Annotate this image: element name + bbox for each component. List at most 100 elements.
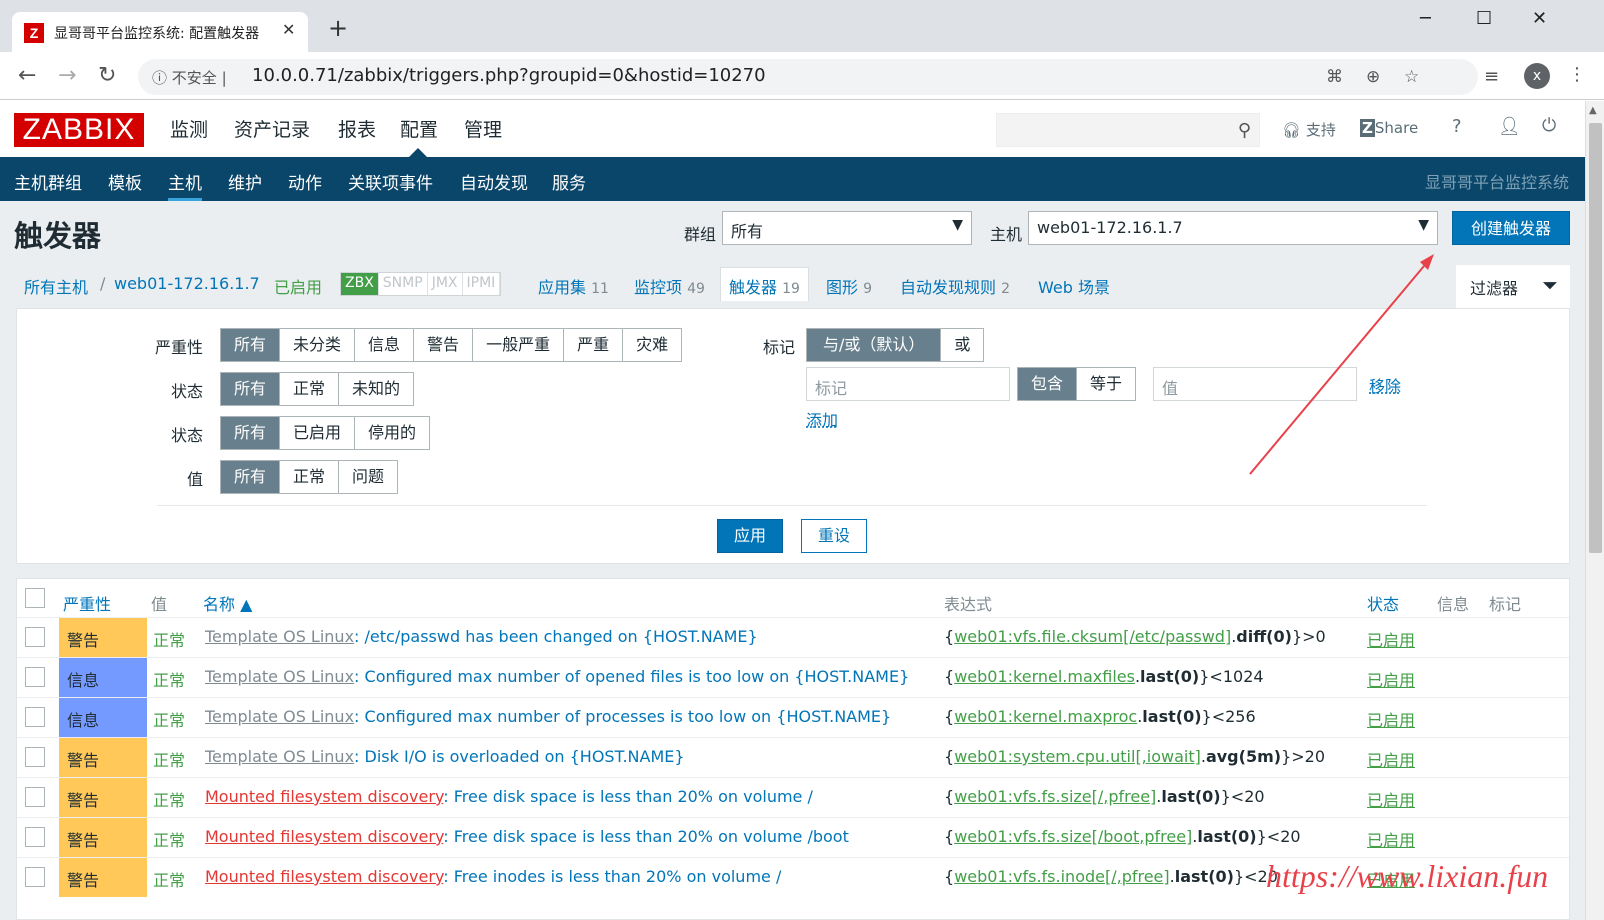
state-normal[interactable]: 正常	[280, 373, 340, 405]
tag-eval-and-or[interactable]: 与/或（默认）	[807, 329, 942, 361]
browser-tab[interactable]: Z 显哥哥平台监控系统: 配置触发器 ✕	[12, 12, 308, 52]
tab-triggers[interactable]: 触发器 19	[720, 267, 809, 301]
status-toggle[interactable]: 已启用	[1367, 747, 1415, 771]
add-tag-link[interactable]: 添加	[806, 407, 838, 431]
reload-icon[interactable]: ↻	[98, 63, 116, 88]
severity-warning[interactable]: 警告	[414, 329, 474, 361]
share-link[interactable]: Z Share	[1360, 119, 1418, 137]
back-icon[interactable]: ←	[18, 63, 36, 88]
tab-web-scenarios[interactable]: Web 场景	[1038, 274, 1110, 298]
help-icon[interactable]: ?	[1452, 116, 1462, 137]
discovery-rule-link[interactable]: Mounted filesystem discovery	[205, 787, 443, 806]
menu-inventory[interactable]: 资产记录	[234, 115, 310, 142]
url-text[interactable]: 10.0.0.71/zabbix/triggers.php?groupid=0&…	[252, 65, 766, 86]
severity-high[interactable]: 严重	[564, 329, 624, 361]
trigger-name-link[interactable]: Disk I/O is overloaded on {HOST.NAME}	[365, 747, 685, 766]
state-unknown[interactable]: 未知的	[339, 373, 414, 405]
expr-item-key-link[interactable]: web01:vfs.fs.size[/,pfree]	[954, 787, 1156, 806]
host-status-enabled[interactable]: 已启用	[274, 274, 322, 298]
template-link[interactable]: Template OS Linux	[205, 707, 354, 726]
value-problem[interactable]: 问题	[339, 461, 398, 493]
maximize-icon[interactable]: ☐	[1476, 8, 1492, 29]
value-ok[interactable]: 正常	[280, 461, 340, 493]
header-name[interactable]: 名称 ▲	[203, 591, 252, 615]
subnav-templates[interactable]: 模板	[108, 169, 142, 194]
address-bar[interactable]: ⓘ 不安全 | 10.0.0.71/zabbix/triggers.php?gr…	[138, 59, 1478, 95]
expr-item-key-link[interactable]: web01:system.cpu.util[,iowait]	[954, 747, 1201, 766]
status-toggle[interactable]: 已启用	[1367, 627, 1415, 651]
template-link[interactable]: Template OS Linux	[205, 747, 354, 766]
row-checkbox[interactable]	[25, 667, 45, 687]
row-checkbox[interactable]	[25, 747, 45, 767]
tag-eval-or[interactable]: 或	[941, 329, 984, 361]
subnav-event-correlation[interactable]: 关联项事件	[348, 169, 433, 194]
tag-name-input[interactable]: 标记	[806, 367, 1010, 401]
tag-op-equals[interactable]: 等于	[1077, 368, 1136, 400]
menu-configuration[interactable]: 配置	[400, 115, 438, 158]
profile-avatar[interactable]: x	[1524, 63, 1550, 89]
tab-graphs[interactable]: 图形 9	[826, 274, 872, 298]
trigger-name-link[interactable]: /etc/passwd has been changed on {HOST.NA…	[365, 627, 758, 646]
header-status[interactable]: 状态	[1367, 591, 1399, 615]
search-icon[interactable]: ⚲	[1238, 120, 1251, 141]
expr-item-key-link[interactable]: web01:kernel.maxfiles	[954, 667, 1135, 686]
tab-items[interactable]: 监控项 49	[634, 274, 705, 298]
zoom-icon[interactable]: ⊕	[1366, 67, 1380, 87]
severity-not-classified[interactable]: 未分类	[280, 329, 356, 361]
status-toggle[interactable]: 已启用	[1367, 827, 1415, 851]
scrollbar-thumb[interactable]	[1589, 123, 1602, 553]
tab-discovery-rules[interactable]: 自动发现规则 2	[900, 274, 1010, 298]
template-link[interactable]: Template OS Linux	[205, 627, 354, 646]
tab-close-icon[interactable]: ✕	[282, 20, 295, 39]
tag-op-contains[interactable]: 包含	[1018, 368, 1078, 400]
trigger-name-link[interactable]: Free disk space is less than 20% on volu…	[454, 827, 849, 846]
expr-item-key-link[interactable]: web01:kernel.maxproc	[954, 707, 1137, 726]
support-link[interactable]: 🎧︎ 支持	[1282, 119, 1336, 140]
status-toggle[interactable]: 已启用	[1367, 787, 1415, 811]
browser-menu-icon[interactable]: ⋮	[1568, 64, 1586, 85]
select-all-checkbox[interactable]	[25, 588, 45, 608]
row-checkbox[interactable]	[25, 827, 45, 847]
breadcrumb-host[interactable]: web01-172.16.1.7	[114, 274, 260, 293]
status-all[interactable]: 所有	[221, 417, 281, 449]
subnav-discovery[interactable]: 自动发现	[460, 169, 528, 194]
row-checkbox[interactable]	[25, 867, 45, 887]
zabbix-logo[interactable]: ZABBIX	[14, 113, 144, 147]
group-select[interactable]: 所有 ▼	[722, 211, 972, 245]
header-severity[interactable]: 严重性	[63, 591, 111, 615]
reset-button[interactable]: 重设	[801, 519, 867, 553]
status-disabled[interactable]: 停用的	[355, 417, 430, 449]
status-enabled[interactable]: 已启用	[280, 417, 356, 449]
status-toggle[interactable]: 已启用	[1367, 707, 1415, 731]
insecure-indicator[interactable]: ⓘ 不安全 |	[152, 67, 227, 88]
new-tab-button[interactable]: +	[328, 14, 348, 42]
menu-administration[interactable]: 管理	[464, 115, 502, 142]
row-checkbox[interactable]	[25, 707, 45, 727]
subnav-host-groups[interactable]: 主机群组	[14, 169, 82, 194]
minimize-icon[interactable]: ─	[1420, 8, 1431, 29]
discovery-rule-link[interactable]: Mounted filesystem discovery	[205, 867, 443, 886]
filter-tab[interactable]: 过滤器 ⏷	[1456, 265, 1570, 309]
trigger-name-link[interactable]: Configured max number of opened files is…	[365, 667, 910, 686]
tag-value-input[interactable]: 值	[1153, 367, 1357, 401]
remove-tag-link[interactable]: 移除	[1369, 373, 1401, 397]
subnav-maintenance[interactable]: 维护	[228, 169, 262, 194]
subnav-hosts[interactable]: 主机	[168, 169, 202, 201]
page-scrollbar[interactable]: ▲	[1585, 101, 1604, 920]
create-trigger-button[interactable]: 创建触发器	[1452, 211, 1570, 245]
trigger-name-link[interactable]: Free disk space is less than 20% on volu…	[454, 787, 813, 806]
row-checkbox[interactable]	[25, 787, 45, 807]
severity-average[interactable]: 一般严重	[473, 329, 565, 361]
expr-item-key-link[interactable]: web01:vfs.fs.inode[/,pfree]	[954, 867, 1169, 886]
window-close-icon[interactable]: ✕	[1532, 8, 1547, 29]
menu-reports[interactable]: 报表	[338, 115, 376, 142]
subnav-services[interactable]: 服务	[552, 169, 586, 194]
scroll-up-icon[interactable]: ▲	[1589, 105, 1597, 116]
status-toggle[interactable]: 已启用	[1367, 667, 1415, 691]
breadcrumb-all-hosts[interactable]: 所有主机	[24, 274, 88, 298]
template-link[interactable]: Template OS Linux	[205, 667, 354, 686]
bookmark-star-icon[interactable]: ☆	[1404, 67, 1419, 87]
forward-icon[interactable]: →	[58, 63, 76, 88]
translate-icon[interactable]: ⌘	[1326, 67, 1343, 87]
expr-item-key-link[interactable]: web01:vfs.file.cksum[/etc/passwd]	[954, 627, 1231, 646]
